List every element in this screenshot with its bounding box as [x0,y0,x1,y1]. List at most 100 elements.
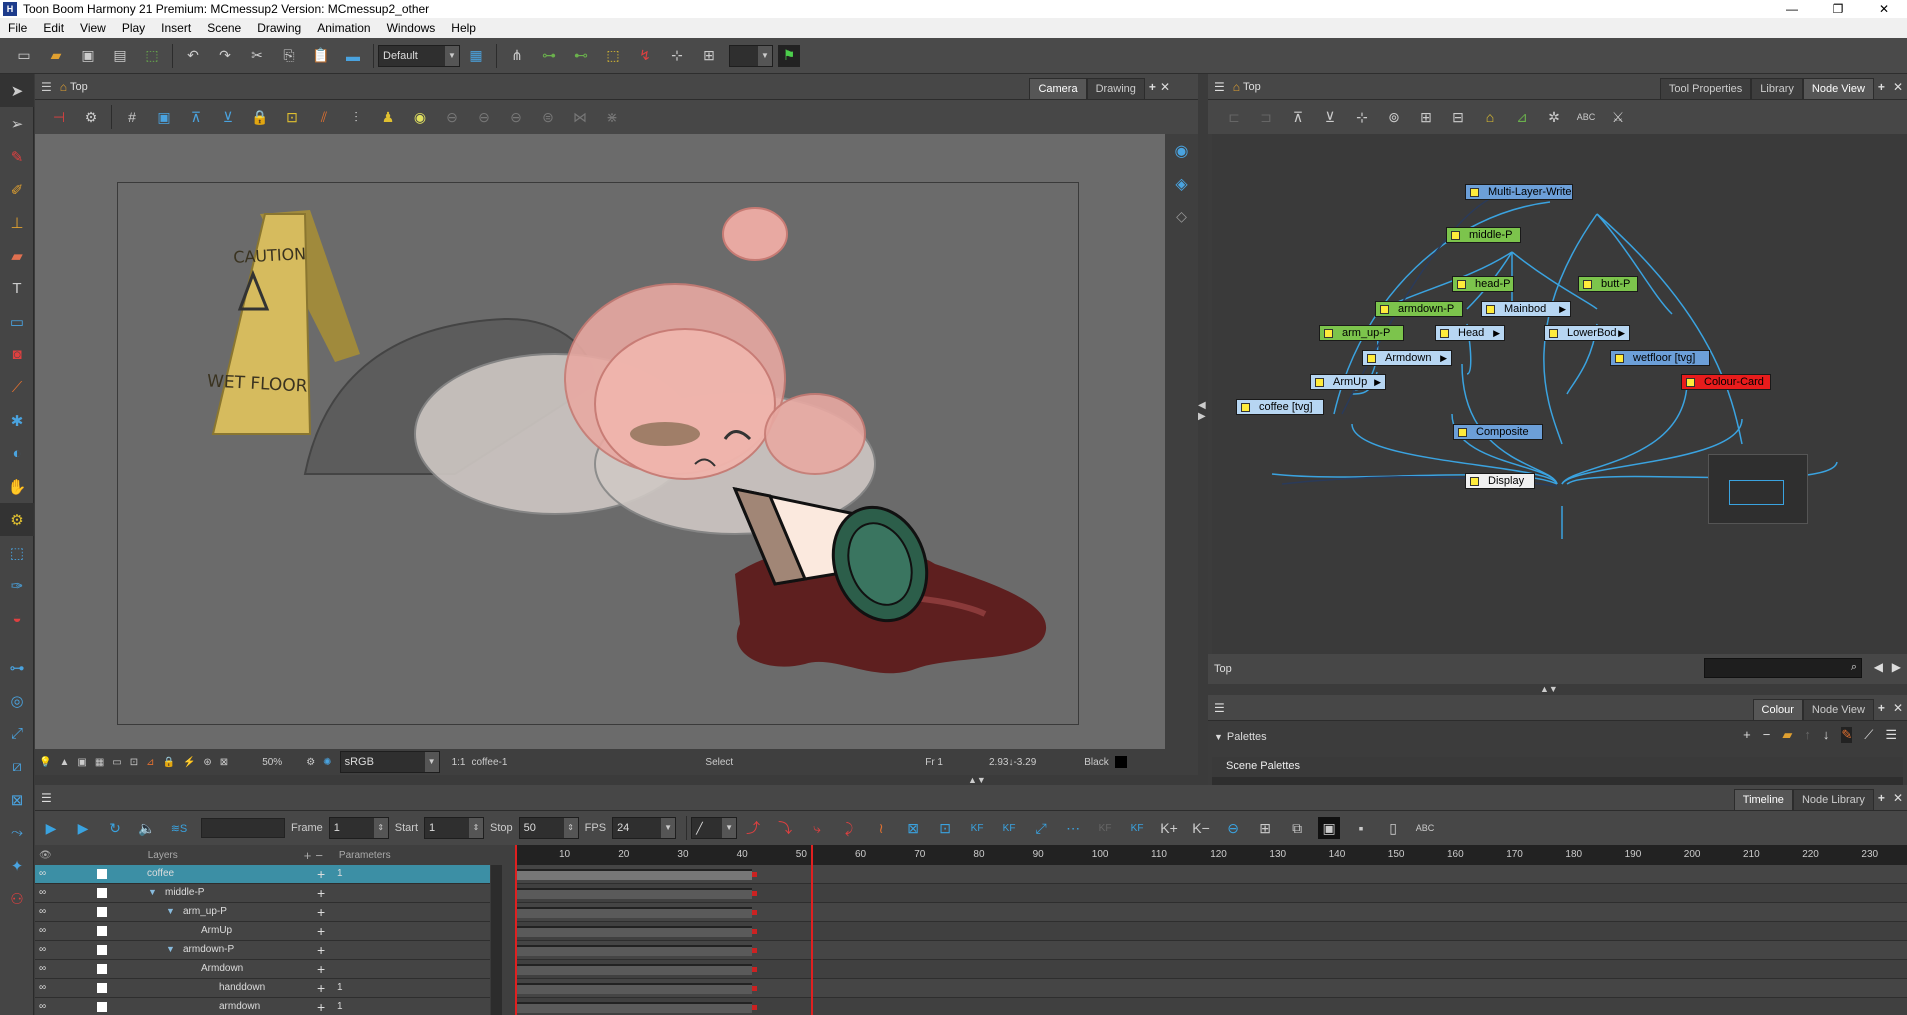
layer-add-icon[interactable]: + [317,904,325,920]
timeline-track[interactable]: 10 20 30 40 50 60 70 80 90 100 110 120 130 140 150 160 1… [515,845,1907,1015]
lock-drawing-icon[interactable]: ⊡ [281,106,303,128]
timeline-cell-row[interactable] [515,884,1907,903]
layer-add-icon[interactable]: + [317,885,325,901]
lock-icon[interactable]: 🔒 [249,106,271,128]
sound-icon[interactable]: 🔈 [136,817,158,839]
exposure-bar[interactable] [517,926,752,937]
layer-eye-icon[interactable]: ∞ [39,963,46,974]
bone-tool-icon[interactable]: ✦ [0,849,34,882]
transform-tool-icon[interactable]: ⚙ [0,503,34,536]
exposure-bar[interactable] [517,983,752,994]
layer-add-icon[interactable]: + [317,942,325,958]
stop-input[interactable]: 50 ⇕ [518,817,579,839]
layer-d-icon[interactable]: ⊜ [537,106,559,128]
layer-expand-icon[interactable]: ▼ [166,906,175,916]
grid-icon[interactable]: # [121,106,143,128]
node-tool-f-icon[interactable]: ⊚ [1383,106,1405,128]
layer-row[interactable]: ∞ armdown +1 [35,998,490,1015]
add-layer-icon[interactable]: + [304,848,312,863]
stamp-tool-icon[interactable]: ⊥ [0,206,34,239]
pencil-tool-icon[interactable]: ✐ [0,173,34,206]
tab-colour[interactable]: Colour [1752,699,1803,721]
colour-swatch[interactable] [1114,756,1127,768]
playback-speed-slider[interactable] [201,818,285,838]
node-middle-p[interactable]: middle-P [1446,227,1521,243]
key-j-icon[interactable]: KF [1094,817,1116,839]
tab-camera[interactable]: Camera [1029,78,1087,100]
bulb-icon[interactable]: ◉ [409,106,431,128]
layer-eye-icon[interactable]: ∞ [39,944,46,955]
start-input[interactable]: 1 ⇕ [424,817,485,839]
key-s-icon[interactable]: ▯ [1382,817,1404,839]
open-folder-icon[interactable]: ▰ [45,45,67,67]
close-icon[interactable]: ✕ [1861,0,1907,18]
node-tool-h-icon[interactable]: ⊟ [1447,106,1469,128]
layers-icon[interactable]: ◈ [1165,167,1198,200]
panel-menu-icon[interactable]: ☰ [41,80,52,94]
node-tool-g-icon[interactable]: ⊞ [1415,106,1437,128]
hand-tool-icon[interactable]: ✋ [0,470,34,503]
layer-add-icon[interactable]: + [317,923,325,939]
node-armup[interactable]: ArmUp ▶ [1310,374,1386,390]
exposure-bar[interactable] [517,907,752,918]
keyframe-marker[interactable] [752,872,757,877]
curve-icon[interactable]: ↯ [634,45,656,67]
layer-color-box[interactable] [97,1002,107,1012]
layer-name[interactable]: coffee [147,868,174,879]
layer-eye-icon[interactable]: ∞ [39,925,46,936]
layer-color-box[interactable] [97,926,107,936]
layer-a-icon[interactable]: ⊖ [441,106,463,128]
layer-b-icon[interactable]: ⊖ [473,106,495,128]
timeline-cell-row[interactable] [515,941,1907,960]
import-icon[interactable]: ⬚ [141,45,163,67]
timeline-cell-row[interactable] [515,998,1907,1015]
playhead[interactable] [515,845,517,1015]
exposure-bar[interactable] [517,964,752,975]
monitor-icon[interactable]: ▭ [112,757,121,768]
node-tool-k-icon[interactable]: ✲ [1543,106,1565,128]
node-mainbod[interactable]: Mainbod ▶ [1481,301,1571,317]
node-display[interactable]: Display [1465,473,1535,489]
onion-skin-icon[interactable]: ⊣ [48,106,70,128]
copy-icon[interactable]: ⎘ [278,45,300,67]
key-i-icon[interactable]: ⋯ [1062,817,1084,839]
rig-tool-icon[interactable]: ⊶ [0,651,34,684]
timeline-cell-row[interactable] [515,979,1907,998]
perspective-tool-icon[interactable]: ✑ [0,569,34,602]
layer-name[interactable]: middle-P [165,887,204,898]
node-tool-a-icon[interactable]: ⊏ [1223,106,1245,128]
splitter-arrows-icon[interactable]: ◀ ▶ [1198,400,1208,440]
key-e-icon[interactable]: ≀ [870,817,892,839]
light-icon[interactable]: ♟ [377,106,399,128]
layer-expand-icon[interactable]: ▼ [166,944,175,954]
bone-icon[interactable]: ⊷ [570,45,592,67]
menu-view[interactable]: View [72,21,114,35]
green-flag-icon[interactable]: ⚑ [778,44,800,67]
dropper-tool-icon[interactable]: ⟋ [0,371,34,404]
node-multi-layer-write[interactable]: Multi-Layer-Write [1465,184,1573,200]
layer-name[interactable]: handdown [219,982,265,993]
palette-eyedrop-icon[interactable]: ⟋ [1864,727,1873,743]
layer-eye-icon[interactable]: ∞ [39,1001,46,1012]
offset-icon[interactable]: ⊹ [666,45,688,67]
key-d-icon[interactable]: ⤸ [838,817,860,839]
timeline-menu-icon[interactable]: ☰ [41,791,52,805]
grid-snap-icon[interactable]: ⊞ [698,45,720,67]
workspace-icon[interactable]: ▬ [342,45,364,67]
node-lowerbod[interactable]: LowerBod ▶ [1544,325,1630,341]
rotate-tool-icon[interactable]: ◎ [0,684,34,717]
timeline-cell-row[interactable] [515,865,1907,884]
palette-brush-icon[interactable]: ✎ [1841,727,1853,743]
layer-row[interactable]: ∞ ArmUp + [35,922,490,941]
magnet-icon[interactable]: ⋇ [601,106,623,128]
save-as-icon[interactable]: ▤ [109,45,131,67]
deformation-icon[interactable]: ⋔ [506,45,528,67]
menu-windows[interactable]: Windows [379,21,444,35]
node-panel-menu-icon[interactable]: ☰ [1214,80,1225,94]
play-icon[interactable]: ▶ [40,817,62,839]
palette-down-icon[interactable]: ↓ [1823,727,1830,743]
exposure-bar[interactable] [517,888,752,899]
ik-tool-icon[interactable]: ⤳ [0,816,34,849]
scale-tool-icon[interactable]: ⤢ [0,717,34,750]
pivot-tool-icon[interactable]: ✱ [0,404,34,437]
